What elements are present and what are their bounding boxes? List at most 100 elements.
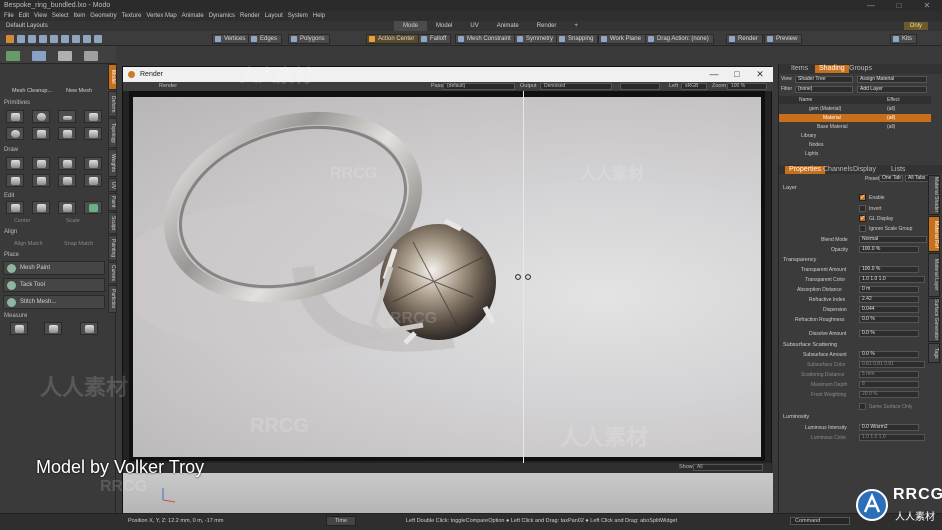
vtab-curves[interactable]: Curves [108,262,117,284]
front-weighting-field[interactable]: 20.0 % [859,391,919,398]
tab-lists[interactable]: Lists [887,166,909,174]
menu-help[interactable]: Help [313,13,325,19]
menu-layout[interactable]: Layout [265,13,283,19]
vtab-painting[interactable]: Painting [108,235,117,261]
subsurface-amount-field[interactable]: 0.0 % [859,351,919,358]
ruler-button[interactable] [10,322,28,335]
stitch-mesh-button[interactable]: Stitch Mesh... [3,295,105,309]
pen-draw-button[interactable] [6,157,24,170]
path-draw-button[interactable] [58,174,76,187]
transparent-amount-field[interactable]: 100.0 % [859,266,919,273]
menu-vertex-map[interactable]: Vertex Map [146,13,176,19]
ignore-scale-group-checkbox[interactable] [859,225,866,232]
mesh-constraint-button[interactable]: Mesh Constraint [455,34,516,44]
maximize-button[interactable]: □ [885,0,913,11]
kits-button[interactable]: Kits [890,34,918,44]
tab-animate[interactable]: Animate [488,21,528,31]
tree-row-lights[interactable]: Lights [779,150,931,158]
compare-divider-handle-icon[interactable] [515,274,531,280]
luminous-intensity-field[interactable]: 0.0 W/srm2 [859,424,919,431]
minimize-button[interactable]: — [857,0,885,11]
vtab-uv[interactable]: UV [108,178,117,192]
torus-primitive-button[interactable] [6,127,24,140]
gl-display-checkbox[interactable]: ✓ [859,215,866,222]
close-button[interactable]: ✕ [913,0,941,11]
polygons-button[interactable]: Polygons [288,34,330,44]
rendered-ring-image[interactable] [133,97,761,457]
snapping-button[interactable]: Snapping [556,34,599,44]
vtab-weights[interactable]: Weights [108,149,117,177]
menu-file[interactable]: File [4,13,14,19]
transparent-color-field[interactable]: 1.0 1.0 1.0 [859,276,925,283]
menu-select[interactable]: Select [52,13,69,19]
scale-tool-icon[interactable] [39,35,47,43]
edit-tool-3[interactable] [58,201,76,214]
align-match-button[interactable]: Align Match [14,241,43,247]
render-menu[interactable]: Render [159,83,177,89]
falloff-button[interactable]: Falloff [418,34,452,44]
menu-system[interactable]: System [288,13,308,19]
menu-view[interactable]: View [34,13,47,19]
element-move-icon[interactable] [61,35,69,43]
tab-display[interactable]: Display [849,166,880,174]
vtab-paint[interactable]: Paint [108,193,117,211]
menu-dynamics[interactable]: Dynamics [209,13,235,19]
subsurface-color-field[interactable]: 0.81 0.81 0.81 [859,361,925,368]
edit-tool-1[interactable] [6,201,24,214]
output-dropdown[interactable]: Denoised [540,83,612,90]
menu-animate[interactable]: Animate [182,13,204,19]
tack-tool-button[interactable]: Tack Tool [3,278,105,292]
select-tool-icon[interactable] [6,35,14,43]
sphere-tool-icon[interactable] [58,51,72,61]
vertices-button[interactable]: Vertices [212,34,251,44]
snap-tool-icon[interactable] [72,35,80,43]
cylinder-primitive-button[interactable] [58,127,76,140]
disc-primitive-button[interactable] [58,110,76,123]
cube-primitive-button[interactable] [6,110,24,123]
move-tool-icon[interactable] [17,35,25,43]
tree-row-library[interactable]: Library [779,132,931,140]
bezier-draw-button[interactable] [32,174,50,187]
add-layer-button[interactable]: Add Layer [857,86,927,93]
assign-material-button[interactable]: Assign Material [857,76,927,83]
cone-primitive-button[interactable] [84,110,102,123]
pen-tool-icon[interactable] [32,51,46,61]
snap-match-button[interactable]: Snap Match [64,241,93,247]
opacity-field[interactable]: 100.0 % [859,246,919,253]
zoom-dropdown[interactable]: 100 % [727,83,767,90]
vtab-deform[interactable]: Deform [108,91,117,117]
tree-row-material[interactable]: Material (all) [779,114,931,122]
dispersion-field[interactable]: 0.044 [859,306,919,313]
edges-button[interactable]: Edges [248,34,283,44]
render-maximize-button[interactable]: □ [726,67,748,82]
center-label[interactable]: Center [14,218,31,224]
vtab-material-shader[interactable]: Material Shader [928,175,940,215]
new-mesh-button[interactable]: New Mesh [66,88,92,94]
text-primitive-button[interactable] [84,127,102,140]
command-input[interactable]: Command [790,517,850,525]
action-center-button[interactable]: Action Center [366,34,420,44]
refraction-roughness-field[interactable]: 0.0 % [859,316,919,323]
tab-mode[interactable]: Mode [394,21,428,31]
scale-label[interactable]: Scale [66,218,80,224]
vtab-topology[interactable]: Topology [108,118,117,148]
tab-uv[interactable]: UV [461,21,487,31]
sketch-draw-button[interactable] [32,157,50,170]
layout-selector[interactable]: Default Layouts [6,23,48,29]
same-surface-only-checkbox[interactable] [859,403,866,410]
curve-draw-button[interactable] [58,157,76,170]
tube-tool-icon[interactable] [84,51,98,61]
tree-row-gem[interactable]: gem (Material) (all) [779,105,931,113]
preview-button[interactable]: Preview [764,34,803,44]
rotate-tool-icon[interactable] [28,35,36,43]
vtab-model[interactable]: Model [108,64,117,90]
curve-measure-button[interactable] [44,322,62,335]
only-button[interactable]: Only [903,22,928,30]
drag-action-button[interactable]: Drag Action: (none) [645,34,714,44]
time-button[interactable]: Time [326,516,357,526]
tab-shading[interactable]: Shading [815,65,849,73]
transform-tool-icon[interactable] [50,35,58,43]
blend-mode-dropdown[interactable]: Normal [859,236,927,243]
vtab-particles[interactable]: Particles [108,285,117,313]
view-dropdown[interactable]: Shader Tree [795,76,853,83]
